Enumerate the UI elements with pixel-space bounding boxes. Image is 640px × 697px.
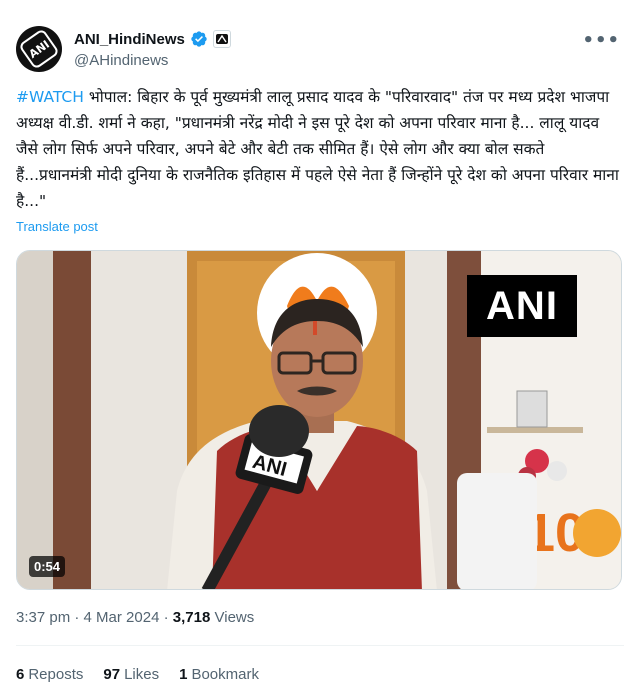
- hashtag-link[interactable]: #WATCH: [16, 88, 84, 106]
- video-player[interactable]: 10 ANI ANI 0:54: [16, 250, 622, 590]
- video-duration: 0:54: [29, 556, 66, 577]
- tweet-card: ANI ANI_HindiNews @AHindinews ••• #WATCH…: [0, 0, 640, 697]
- tweet-header: ANI ANI_HindiNews @AHindinews •••: [16, 26, 624, 74]
- tweet-body: भोपाल: बिहार के पूर्व मुख्यमंत्री लालू प…: [16, 88, 619, 210]
- meta-separator-2: ·: [163, 609, 169, 626]
- meta-separator: ·: [74, 609, 80, 626]
- reposts-stat[interactable]: 6 Reposts: [16, 666, 83, 683]
- affiliate-logo-icon[interactable]: [212, 30, 231, 48]
- likes-stat[interactable]: 97 Likes: [103, 666, 159, 683]
- translate-post-link[interactable]: Translate post: [16, 219, 98, 234]
- engagement-stats: 6 Reposts 97 Likes 1 Bookmark: [16, 666, 259, 683]
- post-time[interactable]: 3:37 pm: [16, 609, 70, 626]
- display-name[interactable]: ANI_HindiNews: [74, 31, 185, 48]
- author-info: ANI_HindiNews @AHindinews: [74, 29, 231, 69]
- tweet-meta: 3:37 pm · 4 Mar 2024 · 3,718 Views: [16, 609, 254, 626]
- views-label: Views: [214, 609, 255, 626]
- bookmarks-stat[interactable]: 1 Bookmark: [179, 666, 259, 683]
- handle[interactable]: @AHindinews: [74, 52, 231, 69]
- ani-watermark: ANI: [467, 275, 577, 337]
- verified-badge-icon: [191, 31, 207, 47]
- divider: [16, 645, 624, 646]
- avatar[interactable]: ANI: [16, 26, 62, 72]
- tweet-text: #WATCH भोपाल: बिहार के पूर्व मुख्यमंत्री…: [16, 84, 624, 214]
- more-options-icon[interactable]: •••: [582, 30, 620, 51]
- views-count: 3,718: [172, 609, 211, 626]
- post-date[interactable]: 4 Mar 2024: [84, 609, 160, 626]
- avatar-logo: ANI: [18, 28, 60, 70]
